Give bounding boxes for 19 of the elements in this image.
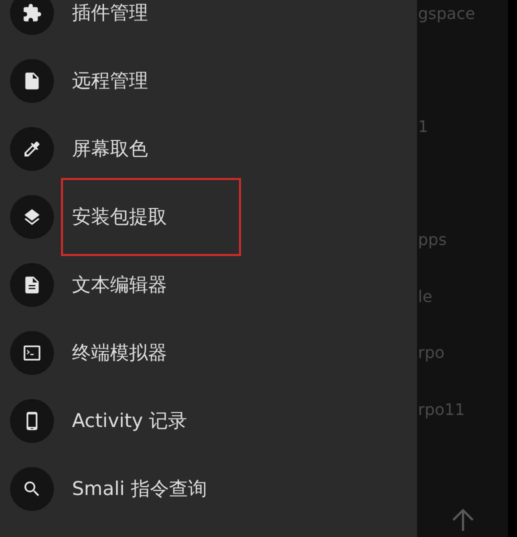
eyedropper-icon [22, 139, 42, 159]
drawer-item[interactable]: 远程管理 [0, 47, 417, 115]
drawer-item-label: 安装包提取 [61, 178, 241, 256]
up-arrow-icon[interactable] [450, 507, 476, 533]
search-icon [22, 479, 42, 499]
terminal-icon [22, 343, 42, 363]
drawer-item[interactable]: Activity 记录 [0, 387, 417, 455]
drawer-item-label: 文本编辑器 [71, 273, 168, 298]
drawer-item-label: Smali 指令查询 [71, 477, 208, 502]
drawer-item-label: 插件管理 [71, 1, 149, 26]
drawer-item-label: 远程管理 [71, 69, 149, 94]
drawer-item-label: 屏幕取色 [71, 137, 149, 162]
drawer-item[interactable]: 插件管理 [0, 0, 417, 47]
drawer-item-label: Activity 记录 [71, 409, 188, 434]
drawer-item[interactable]: 终端模拟器 [0, 319, 417, 387]
puzzle-icon [22, 3, 42, 23]
drawer-item[interactable]: Smali 指令查询 [0, 455, 417, 523]
drawer-item-label: 终端模拟器 [71, 341, 168, 366]
layers-icon [22, 207, 42, 227]
